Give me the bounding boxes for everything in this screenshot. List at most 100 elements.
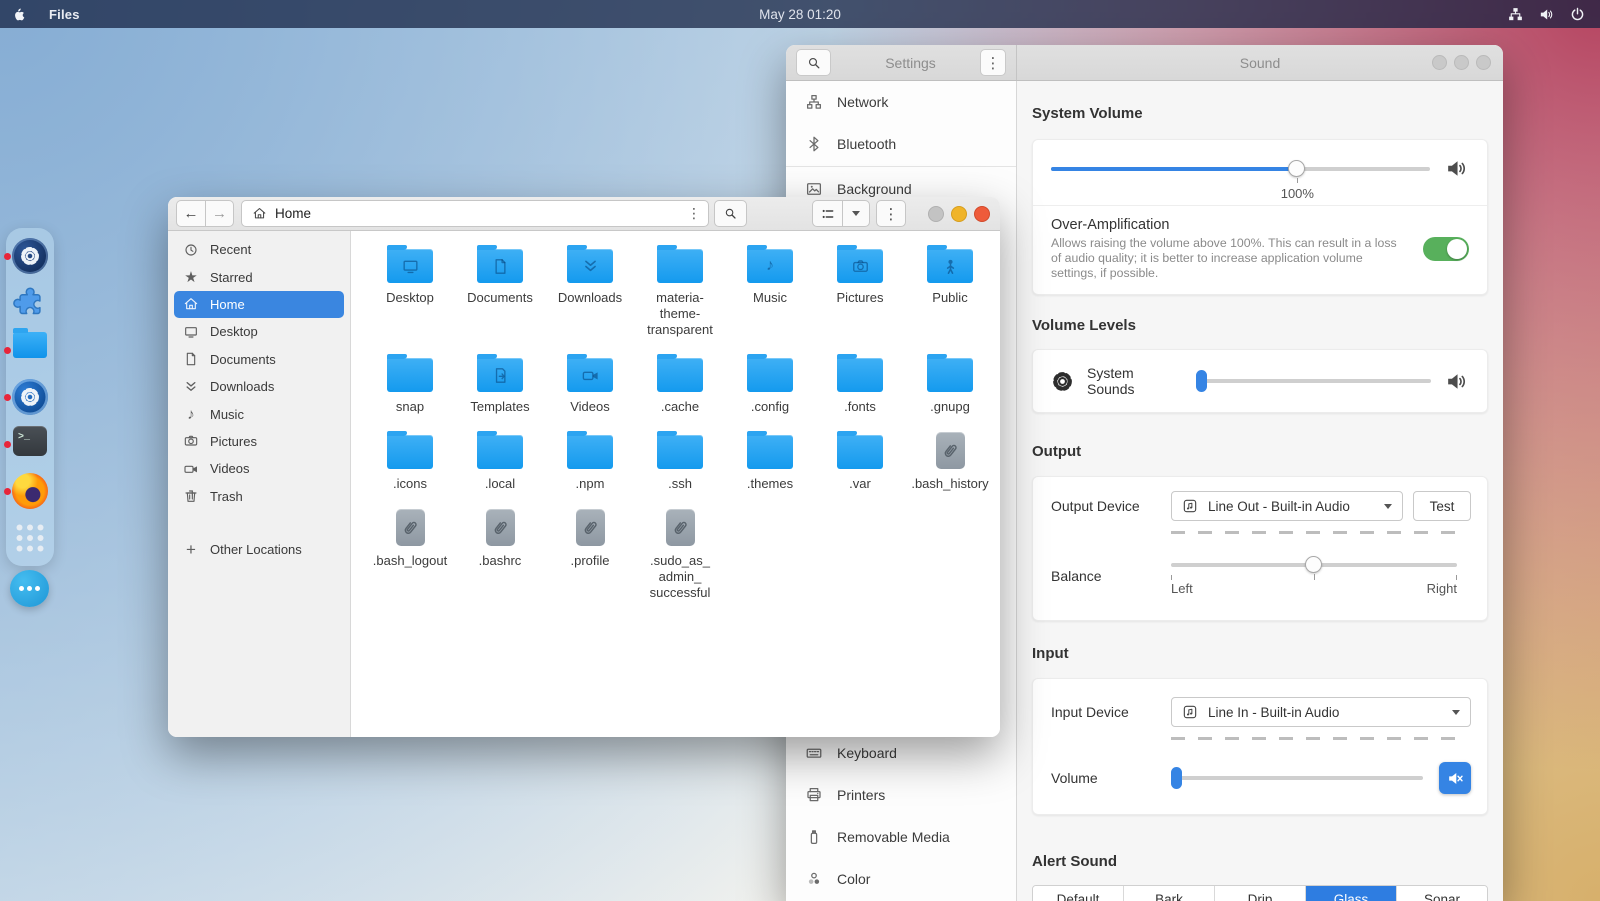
window-close-button[interactable] xyxy=(974,206,990,222)
sidebar-item-starred[interactable]: ★Starred xyxy=(174,263,344,290)
file-item-.bashrc[interactable]: .bashrc xyxy=(455,504,545,601)
folder-item-.fonts[interactable]: .fonts xyxy=(815,350,905,415)
file-item-.sudo_as_admin_successful[interactable]: .sudo_as_ admin_ successful xyxy=(635,504,725,601)
system-sounds-slider-handle[interactable] xyxy=(1196,370,1207,392)
volume-levels-heading: Volume Levels xyxy=(1032,317,1488,334)
sidebar-item-recent[interactable]: Recent xyxy=(174,236,344,263)
settings-nav-keyboard[interactable]: Keyboard xyxy=(786,732,1016,774)
balance-slider[interactable] xyxy=(1171,556,1457,574)
dock-item-firefox[interactable] xyxy=(12,473,48,509)
alert-sound-segmented: DefaultBarkDripGlassSonar xyxy=(1032,885,1488,901)
folder-item-.cache[interactable]: .cache xyxy=(635,350,725,415)
sidebar-item-pictures[interactable]: Pictures xyxy=(174,428,344,455)
over-amplification-toggle[interactable] xyxy=(1423,237,1469,261)
file-item-.bash_history[interactable]: .bash_history xyxy=(905,427,995,492)
settings-titlebar[interactable]: Settings ⋮ Sound xyxy=(786,45,1503,81)
settings-nav-color[interactable]: Color xyxy=(786,858,1016,900)
path-bar[interactable]: Home ⋮ xyxy=(241,200,709,227)
folder-item-materia-theme-transparent[interactable]: materia- theme- transparent xyxy=(635,241,725,338)
file-item-.profile[interactable]: .profile xyxy=(545,504,635,601)
sidebar-item-trash[interactable]: Trash xyxy=(174,483,344,510)
dock-item-files[interactable] xyxy=(12,332,48,368)
folder-item-.icons[interactable]: .icons xyxy=(365,427,455,492)
system-volume-row: 100% xyxy=(1033,140,1487,205)
settings-nav-printers[interactable]: Printers xyxy=(786,774,1016,816)
files-search-button[interactable] xyxy=(714,200,747,227)
sidebar-item-desktop[interactable]: Desktop xyxy=(174,318,344,345)
sidebar-item-home[interactable]: Home xyxy=(174,291,344,318)
dock-item-app-grid[interactable] xyxy=(12,520,48,556)
volume-icon[interactable] xyxy=(1538,6,1555,23)
folder-item-snap[interactable]: snap xyxy=(365,350,455,415)
window-close-button[interactable] xyxy=(1476,55,1491,70)
clock[interactable]: May 28 01:20 xyxy=(0,7,1600,22)
system-volume-slider-handle[interactable] xyxy=(1288,160,1305,177)
balance-slider-handle[interactable] xyxy=(1305,556,1322,573)
folder-item-.var[interactable]: .var xyxy=(815,427,905,492)
settings-nav-removable-media[interactable]: Removable Media xyxy=(786,816,1016,858)
window-maximize-button[interactable] xyxy=(1454,55,1469,70)
sidebar-item-videos[interactable]: Videos xyxy=(174,455,344,482)
folder-item-videos[interactable]: Videos xyxy=(545,350,635,415)
system-sounds-slider[interactable] xyxy=(1196,372,1431,390)
settings-menu-button[interactable]: ⋮ xyxy=(980,49,1006,76)
output-device-dropdown[interactable]: Line Out - Built-in Audio xyxy=(1171,491,1403,521)
dock-item-tweaks[interactable] xyxy=(12,379,48,415)
input-volume-slider[interactable] xyxy=(1171,769,1423,787)
chevron-down-icon xyxy=(1452,710,1460,715)
alert-sound-option-sonar[interactable]: Sonar xyxy=(1397,886,1487,901)
alert-sound-option-bark[interactable]: Bark xyxy=(1124,886,1215,901)
input-mute-button[interactable] xyxy=(1439,762,1471,794)
alert-sound-option-glass[interactable]: Glass xyxy=(1306,886,1397,901)
sidebar-item-documents[interactable]: Documents xyxy=(174,346,344,373)
folder-item-.ssh[interactable]: .ssh xyxy=(635,427,725,492)
power-icon[interactable] xyxy=(1569,6,1586,23)
dock-more-button[interactable] xyxy=(10,570,49,607)
settings-nav-bluetooth[interactable]: Bluetooth xyxy=(786,123,1016,165)
document-icon xyxy=(183,351,199,367)
folder-item-desktop[interactable]: Desktop xyxy=(365,241,455,338)
folder-item-templates[interactable]: Templates xyxy=(455,350,545,415)
sidebar-item-music[interactable]: ♪Music xyxy=(174,400,344,427)
view-options-button[interactable] xyxy=(842,200,870,227)
dock-item-terminal[interactable]: >_ xyxy=(12,426,48,462)
input-device-value: Line In - Built-in Audio xyxy=(1208,705,1442,720)
window-maximize-button[interactable] xyxy=(951,206,967,222)
window-minimize-button[interactable] xyxy=(1432,55,1447,70)
nav-label: Color xyxy=(837,871,870,887)
folder-item-.config[interactable]: .config xyxy=(725,350,815,415)
folder-item-music[interactable]: ♪Music xyxy=(725,241,815,338)
back-button[interactable]: ← xyxy=(176,200,205,227)
folder-item-downloads[interactable]: Downloads xyxy=(545,241,635,338)
output-heading: Output xyxy=(1032,443,1488,460)
forward-button[interactable]: → xyxy=(205,200,234,227)
view-mode-button[interactable] xyxy=(812,200,842,227)
input-volume-slider-handle[interactable] xyxy=(1171,767,1182,789)
path-menu-button[interactable]: ⋮ xyxy=(682,202,706,225)
alert-sound-option-drip[interactable]: Drip xyxy=(1215,886,1306,901)
network-share-icon[interactable] xyxy=(1507,6,1524,23)
sidebar-item-downloads[interactable]: Downloads xyxy=(174,373,344,400)
files-menu-button[interactable]: ⋮ xyxy=(876,200,906,227)
folder-item-.themes[interactable]: .themes xyxy=(725,427,815,492)
folder-item-.local[interactable]: .local xyxy=(455,427,545,492)
music-icon: ♪ xyxy=(183,406,199,422)
window-minimize-button[interactable] xyxy=(928,206,944,222)
file-item-.bash_logout[interactable]: .bash_logout xyxy=(365,504,455,601)
dock-item-settings[interactable] xyxy=(12,238,48,274)
input-device-dropdown[interactable]: Line In - Built-in Audio xyxy=(1171,697,1471,727)
sidebar-item-other-locations[interactable]: +Other Locations xyxy=(174,536,344,563)
folder-item-pictures[interactable]: Pictures xyxy=(815,241,905,338)
dock-item-extensions[interactable] xyxy=(12,285,48,321)
settings-nav-network[interactable]: Network xyxy=(786,81,1016,123)
folder-item-public[interactable]: Public xyxy=(905,241,995,338)
settings-sidebar-header: Settings ⋮ xyxy=(786,45,1017,80)
folder-item-documents[interactable]: Documents xyxy=(455,241,545,338)
folder-item-.gnupg[interactable]: .gnupg xyxy=(905,350,995,415)
system-volume-slider[interactable]: 100% xyxy=(1051,160,1430,178)
folder-item-.npm[interactable]: .npm xyxy=(545,427,635,492)
files-titlebar[interactable]: ← → Home ⋮ ⋮ xyxy=(168,197,1000,231)
test-speakers-button[interactable]: Test xyxy=(1413,491,1471,521)
files-window: ← → Home ⋮ ⋮ Recent★StarredHomeDesktopDo… xyxy=(168,197,1000,737)
alert-sound-option-default[interactable]: Default xyxy=(1033,886,1124,901)
